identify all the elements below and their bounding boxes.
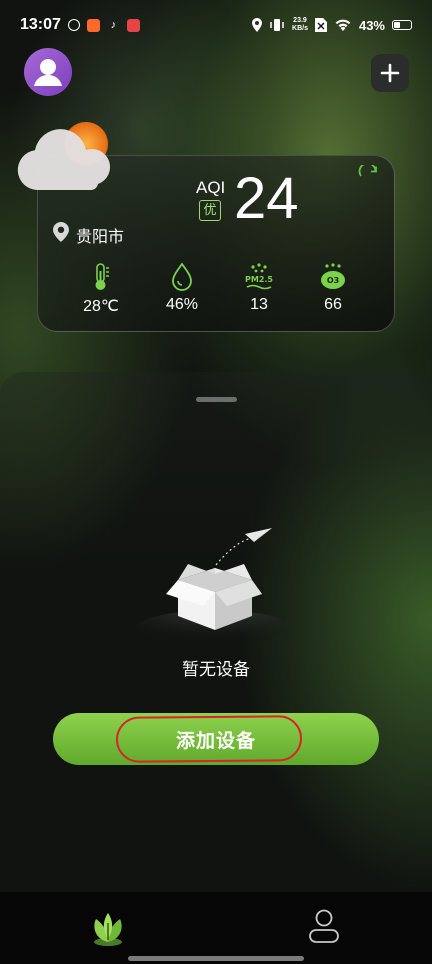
app-notification-icon xyxy=(86,18,100,32)
avatar[interactable] xyxy=(24,48,72,96)
temperature-value: 28℃ xyxy=(83,298,119,315)
tiktok-icon: ♪ xyxy=(110,18,117,31)
empty-state-text: 暂无设备 xyxy=(182,660,250,680)
humidity-metric: 46% xyxy=(152,262,212,314)
aqi-grade-badge: 优 xyxy=(199,200,221,221)
status-right: 23.9 KB/s 43% xyxy=(252,17,412,33)
status-left: 13:07 ♪ xyxy=(20,16,140,34)
add-device-label: 添加设备 xyxy=(175,730,256,752)
app-notification-icon xyxy=(126,18,140,32)
wifi-icon xyxy=(335,19,351,31)
vibrate-icon xyxy=(270,19,284,31)
plus-icon xyxy=(380,63,400,83)
pm25-icon: PM2.5 xyxy=(245,263,273,290)
ozone-metric: O3 66 xyxy=(303,262,363,314)
app-notification-icon xyxy=(67,19,80,31)
network-speed-unit: KB/s xyxy=(292,25,308,32)
battery-level xyxy=(394,22,400,28)
temperature-metric: 28℃ xyxy=(71,262,131,316)
network-speed-value: 23.9 xyxy=(293,17,307,24)
pm25-metric: PM2.5 13 xyxy=(229,262,289,314)
status-bar: 13:07 ♪ 23.9 KB/s 43% xyxy=(0,0,432,50)
add-button[interactable] xyxy=(371,54,409,92)
status-time: 13:07 xyxy=(20,16,61,33)
humidity-value: 46% xyxy=(165,296,199,313)
profile-icon[interactable] xyxy=(306,908,342,946)
aqi-value: 24 xyxy=(234,166,299,231)
network-speed: 23.9 KB/s xyxy=(292,17,308,33)
location-name: 贵阳市 xyxy=(76,227,125,246)
aqi-label: AQI xyxy=(196,178,226,197)
no-sim-icon xyxy=(314,18,327,32)
battery-icon xyxy=(392,20,412,30)
humidity-drop-icon xyxy=(172,262,192,291)
weather-partly-cloudy-icon xyxy=(17,122,111,191)
battery-percentage: 43% xyxy=(358,17,385,33)
thermometer-icon xyxy=(95,263,109,290)
refresh-icon[interactable] xyxy=(358,165,380,187)
avatar-icon xyxy=(34,59,62,86)
home-indicator[interactable] xyxy=(128,956,304,961)
ozone-value: 66 xyxy=(324,296,342,313)
ozone-icon: O3 xyxy=(321,263,345,289)
drag-handle[interactable] xyxy=(196,397,237,402)
ozone-icon-label: O3 xyxy=(327,276,339,285)
location-status-icon xyxy=(252,18,263,32)
pm25-icon-label: PM2.5 xyxy=(245,275,273,284)
home-leaf-icon[interactable] xyxy=(89,909,127,947)
bottom-nav xyxy=(0,892,432,964)
empty-box-icon xyxy=(135,528,295,640)
pm25-value: 13 xyxy=(250,296,268,313)
location-pin-icon xyxy=(53,222,69,242)
